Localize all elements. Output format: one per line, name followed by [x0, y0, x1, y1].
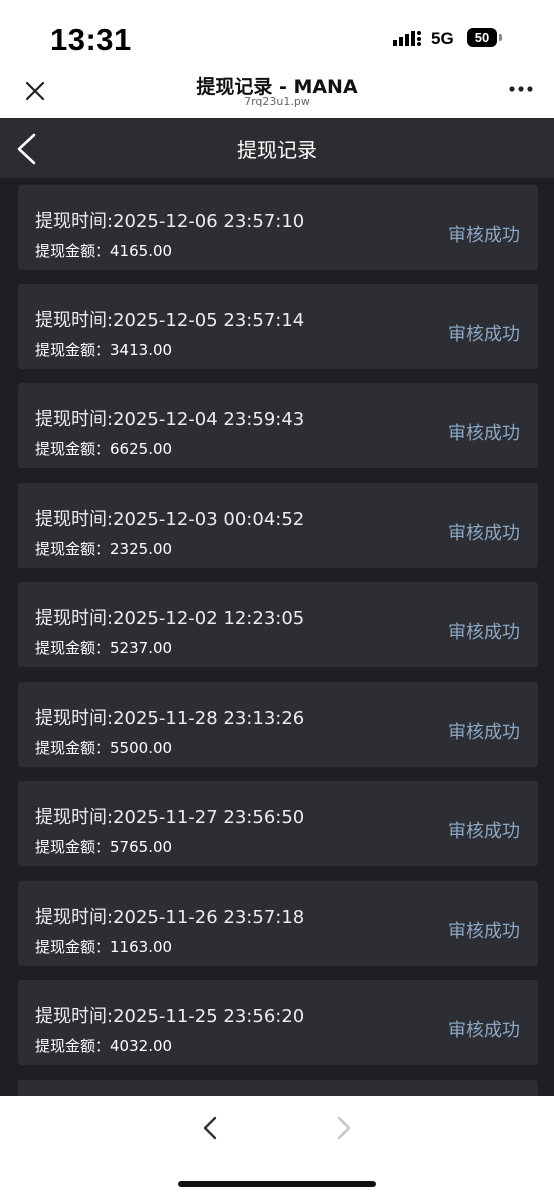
record-time-value: 2025-11-25 23:56:20: [113, 1006, 305, 1027]
record-time-label: 提现时间:: [35, 509, 114, 530]
nav-bar: 提现记录: [0, 118, 554, 178]
record-amount-value: 3413.00: [110, 341, 173, 359]
record-time-label: 提现时间:: [35, 807, 114, 828]
record-time: 提现时间:2025-12-03 00:04:52: [35, 505, 304, 531]
browser-toolbar: [0, 1096, 554, 1200]
record-status: 审核成功: [448, 1020, 520, 1041]
record-item[interactable]: 提现时间:2025-11-25 23:56:20 提现金额：4032.00 审核…: [18, 980, 538, 1065]
battery-icon: 50: [467, 28, 497, 47]
record-amount: 提现金额：5237.00: [35, 637, 172, 658]
record-item[interactable]: 提现时间:2025-12-03 00:04:52 提现金额：2325.00 审核…: [18, 483, 538, 568]
record-item[interactable]: 提现时间:2025-12-02 12:23:05 提现金额：5237.00 审核…: [18, 582, 538, 667]
record-time-value: 2025-12-03 00:04:52: [113, 509, 305, 530]
record-time: 提现时间:2025-12-05 23:57:14: [35, 306, 304, 332]
browser-back-icon[interactable]: [200, 1113, 220, 1143]
record-amount: 提现金额：1163.00: [35, 936, 172, 957]
record-time: 提现时间:2025-12-04 23:59:43: [35, 405, 304, 431]
record-time-label: 提现时间:: [35, 409, 114, 430]
battery-cap: [499, 34, 502, 41]
record-amount-label: 提现金额：: [35, 739, 111, 757]
record-time-value: 2025-12-05 23:57:14: [113, 310, 305, 331]
record-time-value: 2025-12-06 23:57:10: [113, 211, 305, 232]
record-status: 审核成功: [448, 722, 520, 743]
record-time: 提现时间:2025-11-25 23:56:20: [35, 1002, 304, 1028]
browser-header: 提现记录 - MANA 7rq23u1.pw: [0, 68, 554, 118]
record-amount-value: 5500.00: [110, 739, 173, 757]
record-amount-label: 提现金额：: [35, 341, 111, 359]
record-time-label: 提现时间:: [35, 1006, 114, 1027]
record-item[interactable]: 提现时间:2025-11-27 23:56:50 提现金额：5765.00 审核…: [18, 781, 538, 866]
record-amount-label: 提现金额：: [35, 938, 111, 956]
record-amount-value: 5765.00: [110, 838, 173, 856]
status-bar: 13:31 5G 50: [0, 0, 554, 68]
record-item[interactable]: 提现时间:2025-12-04 23:59:43 提现金额：6625.00 审核…: [18, 383, 538, 468]
record-time: 提现时间:2025-11-27 23:56:50: [35, 803, 304, 829]
record-amount: 提现金额：4165.00: [35, 240, 172, 261]
record-amount-value: 1163.00: [110, 938, 173, 956]
record-amount-label: 提现金额：: [35, 242, 111, 260]
network-label: 5G: [431, 29, 454, 48]
record-amount-label: 提现金额：: [35, 1037, 111, 1055]
record-status: 审核成功: [448, 622, 520, 643]
record-status: 审核成功: [448, 324, 520, 345]
record-amount-label: 提现金额：: [35, 639, 111, 657]
withdrawal-record-list[interactable]: 提现时间:2025-12-06 23:57:10 提现金额：4165.00 审核…: [0, 178, 554, 1096]
record-status: 审核成功: [448, 523, 520, 544]
record-amount-label: 提现金额：: [35, 440, 111, 458]
record-item[interactable]: 提现时间:2025-12-06 23:57:10 提现金额：4165.00 审核…: [18, 185, 538, 270]
record-item-partial[interactable]: [18, 1080, 538, 1096]
record-amount: 提现金额：2325.00: [35, 538, 172, 559]
more-icon[interactable]: [508, 84, 534, 94]
record-time: 提现时间:2025-11-26 23:57:18: [35, 903, 304, 929]
record-amount-value: 6625.00: [110, 440, 173, 458]
record-time-label: 提现时间:: [35, 310, 114, 331]
record-time: 提现时间:2025-12-02 12:23:05: [35, 604, 304, 630]
browser-forward-icon: [337, 1116, 351, 1140]
record-amount-label: 提现金额：: [35, 540, 111, 558]
record-time-label: 提现时间:: [35, 211, 114, 232]
record-amount: 提现金额：6625.00: [35, 438, 172, 459]
record-time-value: 2025-12-02 12:23:05: [113, 608, 305, 629]
record-time-label: 提现时间:: [35, 608, 114, 629]
record-amount: 提现金额：5765.00: [35, 836, 172, 857]
record-time: 提现时间:2025-12-06 23:57:10: [35, 207, 304, 233]
record-amount: 提现金额：3413.00: [35, 339, 172, 360]
record-time-value: 2025-11-26 23:57:18: [113, 907, 305, 928]
record-time-label: 提现时间:: [35, 708, 114, 729]
page-title: 提现记录: [237, 138, 317, 162]
record-time-label: 提现时间:: [35, 907, 114, 928]
record-amount: 提现金额：4032.00: [35, 1035, 172, 1056]
record-time: 提现时间:2025-11-28 23:13:26: [35, 704, 304, 730]
record-status: 审核成功: [448, 921, 520, 942]
record-time-value: 2025-12-04 23:59:43: [113, 409, 305, 430]
record-status: 审核成功: [448, 225, 520, 246]
record-amount-value: 4165.00: [110, 242, 173, 260]
record-amount: 提现金额：5500.00: [35, 737, 172, 758]
record-amount-value: 5237.00: [110, 639, 173, 657]
browser-url: 7rq23u1.pw: [244, 95, 310, 108]
record-amount-label: 提现金额：: [35, 838, 111, 856]
record-time-value: 2025-11-27 23:56:50: [113, 807, 305, 828]
signal-icon: [393, 31, 421, 46]
record-item[interactable]: 提现时间:2025-11-26 23:57:18 提现金额：1163.00 审核…: [18, 881, 538, 966]
record-item[interactable]: 提现时间:2025-12-05 23:57:14 提现金额：3413.00 审核…: [18, 284, 538, 369]
home-indicator[interactable]: [178, 1181, 376, 1187]
record-status: 审核成功: [448, 423, 520, 444]
record-status: 审核成功: [448, 821, 520, 842]
record-amount-value: 2325.00: [110, 540, 173, 558]
record-amount-value: 4032.00: [110, 1037, 173, 1055]
record-time-value: 2025-11-28 23:13:26: [113, 708, 305, 729]
record-item[interactable]: 提现时间:2025-11-28 23:13:26 提现金额：5500.00 审核…: [18, 682, 538, 767]
status-time: 13:31: [50, 22, 132, 57]
